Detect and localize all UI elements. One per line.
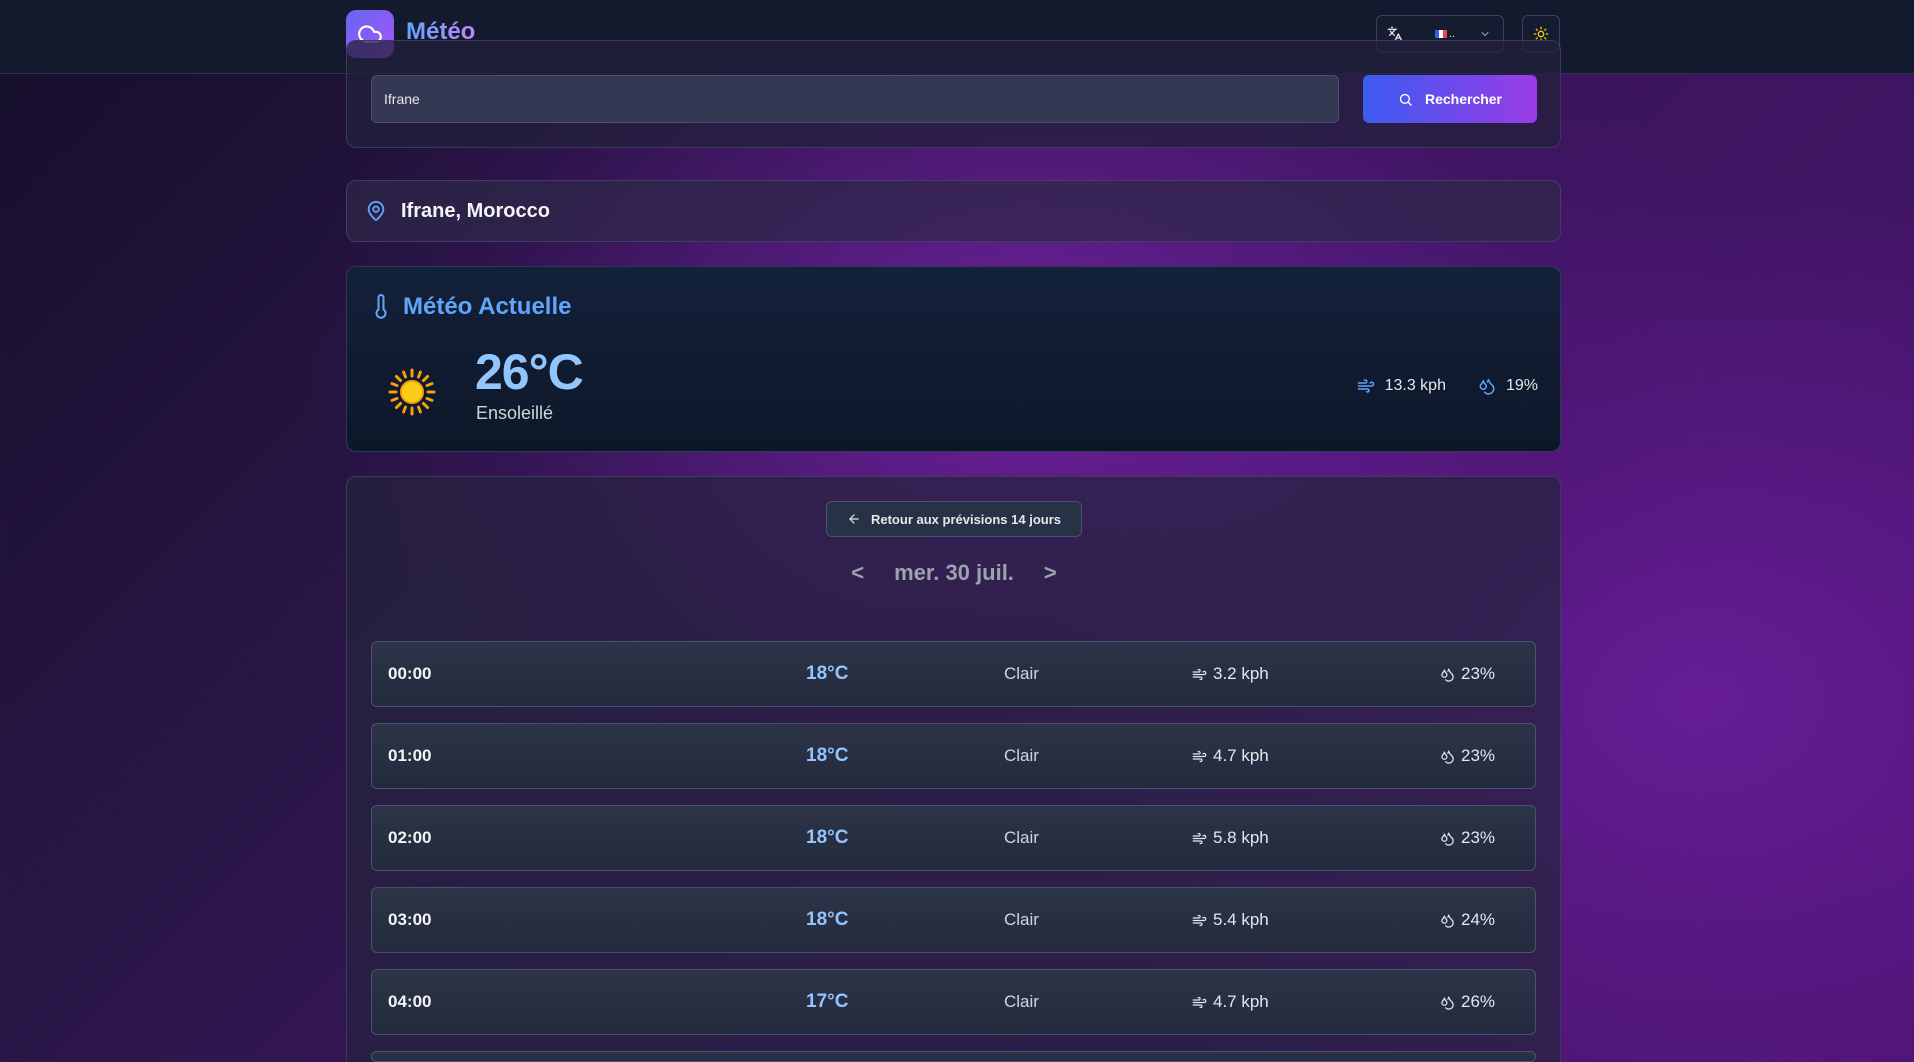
- wind-icon: [1192, 668, 1207, 680]
- hour-humidity: 26%: [1440, 970, 1495, 1034]
- droplets-icon: [1441, 832, 1454, 846]
- hour-temperature: 18°C: [806, 663, 849, 684]
- wind-icon: [1192, 996, 1207, 1008]
- current-wind-value: 13.3 kph: [1384, 377, 1446, 394]
- hour-wind: 5.4 kph: [1192, 888, 1269, 952]
- hour-humidity-value: 23%: [1461, 828, 1496, 847]
- moon-icon: [632, 888, 644, 952]
- current-humidity: 19%: [1478, 377, 1538, 395]
- hour-humidity: 24%: [1440, 888, 1495, 952]
- current-metrics: 13.3 kph 19%: [1357, 377, 1538, 395]
- current-temperature: 26°C: [475, 344, 584, 400]
- hour-humidity-value: 23%: [1461, 664, 1496, 683]
- selected-day-label: mer. 30 juil.: [894, 560, 1014, 585]
- current-weather-title: Météo Actuelle: [403, 293, 572, 320]
- moon-icon: [632, 806, 644, 870]
- hour-temperature: 18°C: [806, 745, 849, 766]
- droplets-icon: [1441, 668, 1454, 682]
- hour-condition: Clair: [1004, 992, 1039, 1011]
- hour-condition: Clair: [1004, 910, 1039, 929]
- current-weather-card: Météo Actuelle 26°C Ensoleillé 13.3 kph: [346, 266, 1561, 452]
- hour-time: 01:00: [388, 746, 432, 765]
- hour-humidity-value: 23%: [1461, 746, 1496, 765]
- wind-icon: [1192, 750, 1207, 762]
- hour-row: 04:00 17°C Clair 4.7 kph 26%: [371, 969, 1536, 1035]
- sun-icon: [387, 367, 437, 422]
- hour-condition: Clair: [1004, 664, 1039, 683]
- search-button-label: Rechercher: [1424, 91, 1503, 107]
- hour-wind-value: 4.7 kph: [1213, 746, 1269, 765]
- wind-icon: [1357, 379, 1374, 393]
- hour-condition: Clair: [1004, 746, 1039, 765]
- moon-icon: [632, 724, 644, 788]
- droplets-icon: [1441, 914, 1454, 928]
- droplets-icon: [1441, 750, 1454, 764]
- hour-wind-value: 5.4 kph: [1213, 910, 1269, 929]
- hour-wind: 4.7 kph: [1192, 724, 1269, 788]
- current-humidity-value: 19%: [1505, 377, 1538, 394]
- hour-humidity: 23%: [1440, 724, 1495, 788]
- thermometer-icon: [375, 294, 387, 319]
- wind-icon: [1192, 832, 1207, 844]
- hour-temperature: 18°C: [806, 909, 849, 930]
- hour-wind: 5.8 kph: [1192, 806, 1269, 870]
- moon-icon: [632, 642, 644, 706]
- hour-humidity: 23%: [1440, 642, 1495, 706]
- hour-condition: Clair: [1004, 828, 1039, 847]
- hour-wind-value: 5.8 kph: [1213, 828, 1269, 847]
- moon-icon: [632, 970, 644, 1034]
- language-flag: ..: [1435, 28, 1455, 40]
- hour-humidity-value: 26%: [1461, 992, 1496, 1011]
- droplets-icon: [1479, 378, 1495, 395]
- city-search-input[interactable]: [371, 75, 1339, 123]
- hour-time: 02:00: [388, 828, 432, 847]
- hour-time: 03:00: [388, 910, 432, 929]
- current-wind: 13.3 kph: [1357, 377, 1446, 395]
- arrow-left-icon: [849, 514, 859, 524]
- wind-icon: [1192, 914, 1207, 926]
- hour-wind-value: 4.7 kph: [1213, 992, 1269, 1011]
- location-name: Ifrane, Morocco: [401, 199, 550, 222]
- current-weather-header: Météo Actuelle: [373, 293, 571, 321]
- location-card: Ifrane, Morocco: [346, 180, 1561, 242]
- hour-wind: 4.7 kph: [1192, 970, 1269, 1034]
- droplets-icon: [1441, 996, 1454, 1010]
- search-icon: [1399, 93, 1412, 106]
- current-condition: Ensoleillé: [476, 403, 554, 423]
- hour-temperature: 17°C: [806, 991, 849, 1012]
- chevron-down-icon: [1479, 28, 1491, 40]
- hour-temperature: 18°C: [806, 827, 849, 848]
- next-day-button[interactable]: >: [1044, 560, 1057, 586]
- hour-humidity-value: 24%: [1461, 910, 1496, 929]
- hour-wind-value: 3.2 kph: [1213, 664, 1269, 683]
- hour-row: 03:00 18°C Clair 5.4 kph 24%: [371, 887, 1536, 953]
- language-label: ..: [1449, 28, 1456, 40]
- back-button-label: Retour aux prévisions 14 jours: [870, 511, 1061, 527]
- hour-humidity: 23%: [1440, 806, 1495, 870]
- day-navigation: < mer. 30 juil. >: [826, 560, 1082, 586]
- hour-time: 04:00: [388, 992, 432, 1011]
- hour-time: 00:00: [388, 664, 432, 683]
- hour-wind: 3.2 kph: [1192, 642, 1269, 706]
- france-flag-icon: [1435, 30, 1447, 38]
- hour-row: 00:00 18°C Clair 3.2 kph 23%: [371, 641, 1536, 707]
- hour-row-partial: [371, 1051, 1536, 1062]
- hour-row: 01:00 18°C Clair 4.7 kph 23%: [371, 723, 1536, 789]
- map-pin-icon: [367, 200, 385, 222]
- back-to-14-day-button[interactable]: Retour aux prévisions 14 jours: [826, 501, 1082, 537]
- search-button[interactable]: Rechercher: [1363, 75, 1537, 123]
- hour-row: 02:00 18°C Clair 5.8 kph 23%: [371, 805, 1536, 871]
- previous-day-button[interactable]: <: [851, 560, 864, 586]
